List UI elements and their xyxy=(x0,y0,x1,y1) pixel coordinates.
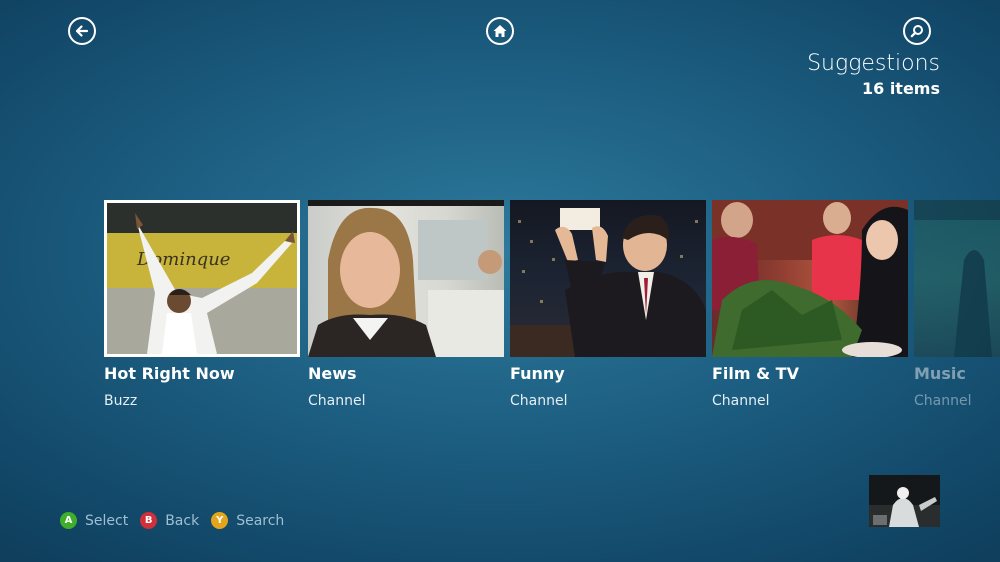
kinect-camera-preview xyxy=(869,475,940,527)
search-button[interactable] xyxy=(903,17,931,45)
y-button-icon: Y xyxy=(211,512,229,529)
tile-thumbnail xyxy=(712,200,908,357)
tile-kind: Channel xyxy=(914,393,972,409)
page-title: Suggestions xyxy=(807,51,940,76)
tile-film-tv[interactable]: Film & TV Channel xyxy=(712,200,908,411)
legend-search: Y Search xyxy=(211,512,284,529)
tile-thumbnail xyxy=(308,200,504,357)
tile-name: Music xyxy=(914,364,966,383)
tile-hot-right-now[interactable]: Dominque Hot Right Now Buzz xyxy=(104,200,300,411)
tile-name: News xyxy=(308,364,357,383)
legend-select: A Select xyxy=(60,512,128,529)
legend-label: Search xyxy=(236,512,285,529)
tile-funny[interactable]: Funny Channel xyxy=(510,200,706,411)
legend-label: Select xyxy=(85,512,129,529)
back-button[interactable] xyxy=(68,17,96,45)
a-button-icon: A xyxy=(60,512,77,529)
tile-kind: Channel xyxy=(510,393,568,409)
back-arrow-icon xyxy=(75,25,89,37)
legend-back: B Back xyxy=(140,512,199,529)
home-icon xyxy=(493,25,507,37)
b-button-icon: B xyxy=(140,512,158,529)
tile-thumbnail xyxy=(914,200,1000,357)
tile-kind: Channel xyxy=(712,393,770,409)
tile-news[interactable]: News Channel xyxy=(308,200,504,411)
tile-name: Hot Right Now xyxy=(104,364,235,383)
tile-music[interactable]: Music Channel xyxy=(914,200,1000,411)
tile-name: Funny xyxy=(510,364,565,383)
tile-thumbnail: Dominque xyxy=(104,200,300,357)
controller-legend: A Select B Back Y Search xyxy=(60,512,296,529)
home-button[interactable] xyxy=(486,17,514,45)
tile-kind: Buzz xyxy=(104,393,138,409)
tile-name: Film & TV xyxy=(712,364,799,383)
legend-label: Back xyxy=(165,512,200,529)
tile-thumbnail xyxy=(510,200,706,357)
item-count: 16 items xyxy=(861,79,940,98)
suggestion-tiles: Dominque Hot Right Now Buzz News Channel… xyxy=(104,200,1000,420)
search-icon xyxy=(910,25,923,38)
page-header: Suggestions 16 items xyxy=(807,50,940,100)
tile-kind: Channel xyxy=(308,393,366,409)
